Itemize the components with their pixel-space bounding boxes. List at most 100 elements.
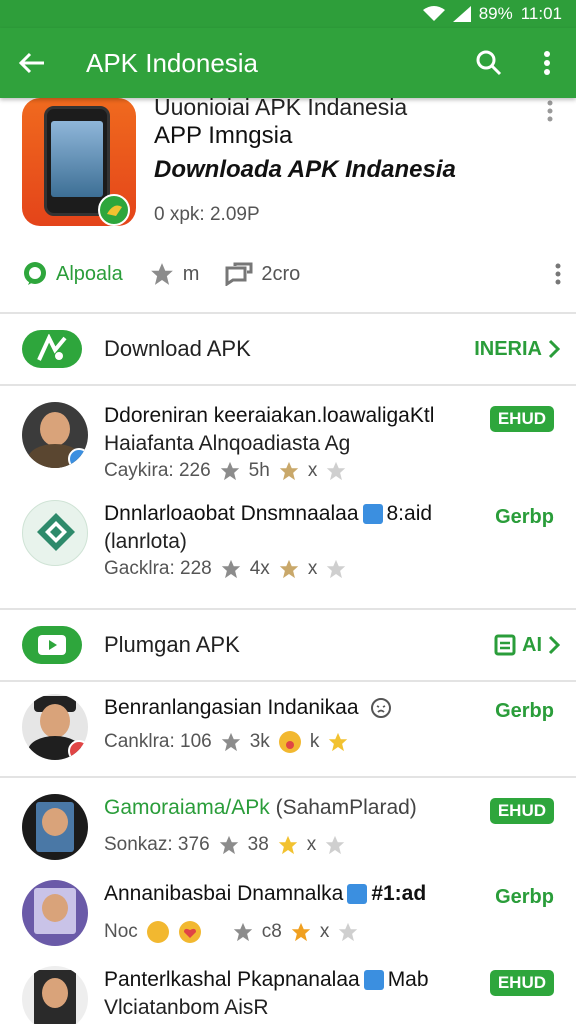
item-title-tail: 8:aid — [386, 502, 433, 525]
star-icon — [221, 559, 240, 579]
arrow-left-icon — [18, 52, 44, 74]
item-meta-rating: 4x — [249, 558, 270, 579]
play-badge-icon — [98, 194, 130, 226]
star-icon — [221, 732, 240, 752]
section-more-link[interactable]: INERIA — [474, 338, 560, 361]
item-meta-extra: x — [307, 558, 318, 579]
share-icon — [225, 262, 253, 286]
item-title: Panterlkashal Pkapnanalaa Mab — [104, 968, 429, 992]
section-header-popular[interactable]: Plumgan APK AI — [0, 610, 576, 680]
star-icon — [327, 559, 346, 579]
emoji-icon — [146, 921, 169, 943]
install-button[interactable]: Gerbp — [495, 698, 554, 724]
clock: 11:01 — [520, 4, 562, 23]
item-meta-rating: c8 — [261, 921, 282, 942]
search-button[interactable] — [460, 28, 518, 98]
app-icon — [22, 98, 136, 226]
rate-action[interactable]: m — [149, 261, 200, 287]
item-meta: Noc c8 x — [104, 920, 359, 944]
item-title-text: Annanibasbai Dnamnalka — [104, 882, 344, 905]
avatar — [22, 880, 88, 946]
chevron-right-icon — [548, 339, 560, 359]
avatar — [22, 966, 88, 1024]
battery-level: 89% — [478, 4, 513, 23]
item-meta-count: Caykira: 226 — [104, 460, 211, 481]
comment-label: Alpoala — [56, 262, 123, 285]
star-icon — [339, 922, 358, 942]
list-item[interactable]: Gamoraiama/APk (SahamPlarad) Sonkaz: 376… — [0, 794, 576, 894]
item-meta-rating: 5h — [248, 460, 270, 481]
item-meta-extra: k — [309, 731, 320, 752]
more-vert-icon — [544, 51, 550, 75]
section-more-link[interactable]: AI — [494, 634, 560, 657]
item-subtitle: Haiafanta Alnqoadiasta Ag — [104, 432, 351, 455]
item-meta-count: Canklra: 106 — [104, 731, 212, 752]
app-meta: 0 xpk: 2.09P — [154, 204, 260, 225]
item-meta: Sonkaz: 376 38 x — [104, 834, 346, 856]
featured-app-card[interactable]: Uuonioiai APK Indanesia APP Imngsia Down… — [0, 94, 576, 312]
item-title-tail: Mab — [387, 968, 429, 991]
item-title-text: Dnnlarloaobat Dnsmnaalaa — [104, 502, 359, 525]
item-title: Annanibasbai Dnamnalka #1:ad — [104, 882, 426, 906]
app-name: APP Imngsia — [154, 122, 293, 149]
badge-icon — [363, 970, 384, 991]
rate-label: m — [182, 262, 200, 285]
chevron-right-icon — [548, 635, 560, 655]
item-subtitle: Vlciatanbom AisR — [104, 996, 269, 1019]
chat-icon — [24, 262, 46, 285]
list-item[interactable]: Annanibasbai Dnamnalka #1:ad Noc c8 x Ger… — [0, 880, 576, 980]
item-title-text: Gamoraiama/APk — [104, 796, 270, 819]
section-link-label: INERIA — [474, 337, 542, 360]
list-item[interactable]: Benranlangasian Indanikaa Canklra: 106 3… — [0, 694, 576, 794]
star-icon — [150, 263, 173, 285]
item-meta-count: Noc — [104, 921, 138, 942]
back-button[interactable] — [0, 28, 64, 98]
star-icon — [279, 559, 298, 579]
item-meta: Canklra: 106 3k k — [104, 730, 349, 754]
item-title-tail: (SahamPlarad) — [275, 796, 417, 819]
avatar — [22, 794, 88, 860]
list-item[interactable]: Dnnlarloaobat Dnsmnaalaa 8:aid (lanrlota)… — [0, 500, 576, 600]
more-vert-icon[interactable] — [546, 100, 554, 122]
section-title: Plumgan APK — [104, 632, 240, 657]
item-meta-extra: x — [307, 460, 318, 481]
install-button[interactable]: Gerbp — [495, 504, 554, 530]
avatar — [22, 694, 88, 760]
page-title: APK Indonesia — [86, 47, 259, 78]
install-button[interactable]: Gerbp — [495, 884, 554, 910]
item-title: Ddoreniran keeraiakan.loawaligaKtl — [104, 404, 435, 427]
install-button[interactable]: EHUD — [489, 970, 554, 996]
star-icon — [327, 461, 346, 481]
avatar — [22, 402, 88, 468]
install-button[interactable]: EHUD — [489, 406, 554, 432]
item-title: Benranlangasian Indanikaa — [104, 696, 392, 720]
item-meta-count: Sonkaz: 376 — [104, 834, 210, 855]
list-item[interactable]: Panterlkashal Pkapnanalaa Mab Vlciatanbom… — [0, 966, 576, 1024]
app-bar: APK Indonesia — [0, 28, 576, 98]
badge-icon — [362, 504, 383, 525]
app-actions: Alpoala m 2cro — [22, 256, 562, 292]
item-meta: Gacklra: 228 4x x — [104, 558, 347, 580]
app-subtitle: Uuonioiai APK Indanesia — [154, 94, 408, 120]
item-meta-rating: 38 — [247, 834, 269, 855]
star-icon — [279, 461, 298, 481]
more-vert-icon[interactable] — [554, 263, 562, 285]
divider — [0, 680, 576, 682]
item-title: Dnnlarloaobat Dnsmnaalaa 8:aid — [104, 502, 432, 526]
star-icon — [220, 461, 239, 481]
item-meta-count: Gacklra: 228 — [104, 558, 212, 579]
emoji-icon — [371, 698, 392, 719]
avatar — [22, 500, 88, 566]
overflow-menu-button[interactable] — [518, 28, 576, 98]
search-icon — [476, 50, 502, 76]
badge-icon — [68, 740, 88, 760]
list-item[interactable]: Ddoreniran keeraiakan.loawaligaKtl Haiaf… — [0, 402, 576, 502]
star-icon — [291, 922, 311, 942]
share-action[interactable]: 2cro — [225, 262, 300, 286]
item-title-text: Panterlkashal Pkapnanalaa — [104, 968, 360, 991]
section-header-download[interactable]: Download APK INERIA — [0, 314, 576, 384]
comment-action[interactable]: Alpoala — [22, 261, 123, 287]
item-meta-rating: 3k — [249, 731, 270, 752]
item-title-text: Benranlangasian Indanikaa — [104, 696, 359, 719]
install-button[interactable]: EHUD — [489, 798, 554, 824]
